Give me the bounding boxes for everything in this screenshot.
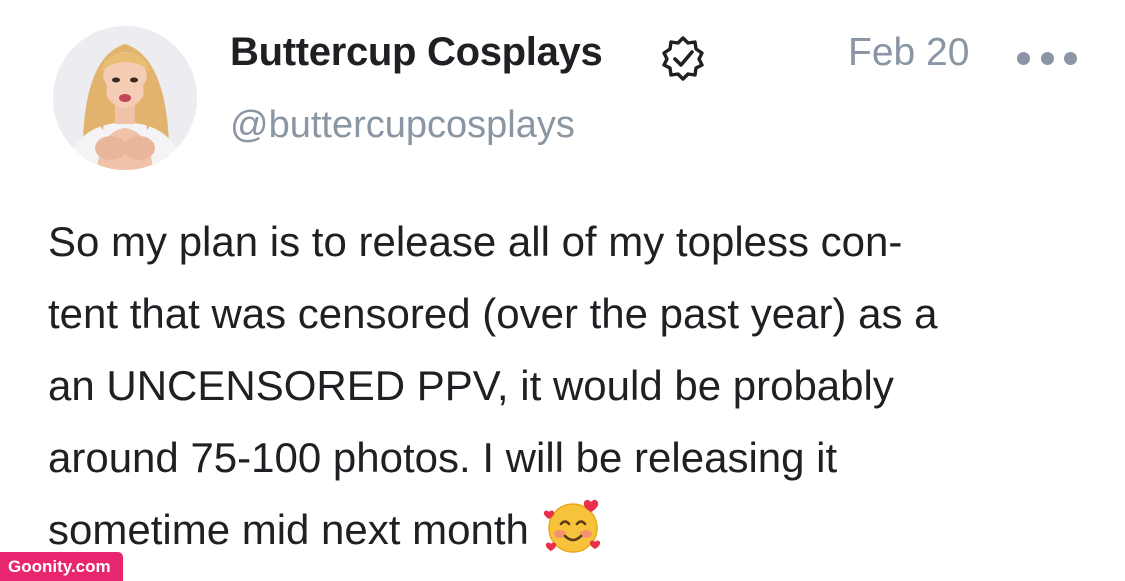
post-body-last-line: sometime mid next month	[48, 494, 1088, 566]
smiling-face-with-hearts-icon	[543, 499, 601, 553]
more-dots-icon	[1017, 51, 1030, 65]
post-body-line: tent that was censored (over the past ye…	[48, 290, 938, 337]
site-watermark: Goonity.com	[0, 552, 123, 581]
author-handle[interactable]: @buttercupcosplays	[230, 104, 575, 147]
post-date: Feb 20	[848, 31, 970, 74]
post-body: So my plan is to release all of my tople…	[48, 206, 1088, 566]
verified-badge-icon	[662, 36, 704, 81]
post-body-line: an UNCENSORED PPV, it would be probably	[48, 362, 894, 409]
post-body-line: sometime mid next month	[48, 506, 529, 553]
author-display-name[interactable]: Buttercup Cosplays	[230, 30, 603, 75]
post-body-line: around 75-100 photos. I will be releasin…	[48, 434, 838, 481]
avatar-photo	[53, 26, 197, 170]
more-dots-icon	[1040, 51, 1054, 65]
more-options-button[interactable]	[1017, 36, 1077, 80]
more-dots-icon	[1064, 51, 1077, 65]
author-avatar[interactable]	[53, 26, 197, 170]
post-body-line: So my plan is to release all of my tople…	[48, 218, 903, 265]
post-card: Buttercup Cosplays @buttercupcosplays Fe…	[0, 0, 1125, 581]
